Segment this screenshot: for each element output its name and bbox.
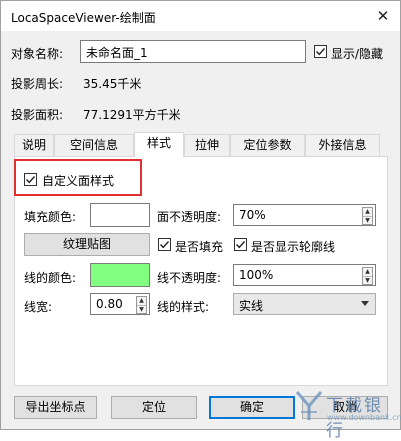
spin-up-icon[interactable]: ▲ bbox=[363, 268, 372, 276]
spin-down-icon[interactable]: ▼ bbox=[363, 216, 372, 225]
perimeter-label: 投影周长: bbox=[11, 77, 64, 91]
spin-up-icon[interactable]: ▲ bbox=[363, 208, 372, 216]
line-width-value: 0.80 bbox=[96, 297, 123, 311]
tab-location-params[interactable]: 定位参数 bbox=[230, 134, 305, 156]
window-title: LocaSpaceViewer-绘制面 bbox=[11, 11, 156, 25]
line-width-spinner[interactable]: 0.80 ▲ ▼ bbox=[90, 293, 150, 315]
highlight-box bbox=[14, 159, 142, 196]
check-icon bbox=[160, 241, 170, 249]
close-icon[interactable]: ✕ bbox=[375, 8, 391, 24]
tab-style[interactable]: 样式 bbox=[134, 132, 184, 157]
is-fill-label: 是否填充 bbox=[175, 240, 224, 254]
area-value: 77.1291平方千米 bbox=[83, 108, 181, 122]
face-opacity-value: 70% bbox=[239, 208, 266, 222]
show-outline-checkbox[interactable] bbox=[234, 238, 247, 251]
object-name-input[interactable]: 未命名面_1 bbox=[80, 40, 306, 63]
spinner-arrows[interactable]: ▲ ▼ bbox=[136, 296, 147, 314]
check-icon bbox=[316, 48, 326, 56]
texture-map-button[interactable]: 纹理贴图 bbox=[24, 233, 150, 256]
locate-button[interactable]: 定位 bbox=[111, 396, 197, 419]
dialog-window: LocaSpaceViewer-绘制面 ✕ 对象名称: 未命名面_1 显示/隐藏… bbox=[0, 0, 401, 441]
line-opacity-label: 线不透明度: bbox=[157, 271, 222, 285]
visibility-label: 显示/隐藏 bbox=[331, 47, 384, 61]
fill-color-swatch[interactable] bbox=[90, 203, 150, 227]
check-icon bbox=[236, 241, 246, 249]
perimeter-value: 35.45千米 bbox=[83, 77, 142, 91]
line-width-label: 线宽: bbox=[24, 300, 53, 314]
object-name-value: 未命名面_1 bbox=[86, 46, 148, 60]
line-style-value: 实线 bbox=[239, 299, 264, 313]
object-name-label: 对象名称: bbox=[11, 47, 64, 61]
visibility-checkbox[interactable] bbox=[314, 45, 327, 58]
watermark-logo-icon bbox=[295, 391, 323, 420]
is-fill-checkbox[interactable] bbox=[158, 238, 171, 251]
show-outline-label: 是否显示轮廓线 bbox=[251, 240, 336, 254]
tab-extrude[interactable]: 拉伸 bbox=[184, 134, 230, 156]
title-bar: LocaSpaceViewer-绘制面 ✕ bbox=[1, 1, 400, 31]
ok-button[interactable]: 确定 bbox=[209, 396, 295, 419]
tab-description[interactable]: 说明 bbox=[14, 134, 54, 156]
line-opacity-spinner[interactable]: 100% ▲ ▼ bbox=[233, 264, 376, 286]
spin-up-icon[interactable]: ▲ bbox=[137, 297, 146, 305]
watermark-url: www.downbank.cn bbox=[327, 413, 401, 422]
tab-external-info[interactable]: 外接信息 bbox=[305, 134, 380, 156]
line-style-label: 线的样式: bbox=[157, 300, 210, 314]
fill-color-label: 填充颜色: bbox=[24, 210, 77, 224]
line-color-label: 线的颜色: bbox=[24, 271, 77, 285]
line-style-select[interactable]: 实线 bbox=[233, 293, 376, 315]
face-opacity-spinner[interactable]: 70% ▲ ▼ bbox=[233, 204, 376, 226]
chevron-down-icon bbox=[361, 301, 369, 306]
spin-down-icon[interactable]: ▼ bbox=[363, 276, 372, 285]
line-color-swatch[interactable] bbox=[90, 263, 150, 287]
line-opacity-value: 100% bbox=[239, 268, 274, 282]
face-opacity-label: 面不透明度: bbox=[157, 210, 222, 224]
spinner-arrows[interactable]: ▲ ▼ bbox=[362, 207, 373, 225]
tab-spatial-info[interactable]: 空间信息 bbox=[54, 134, 134, 156]
spin-down-icon[interactable]: ▼ bbox=[137, 305, 146, 314]
area-label: 投影面积: bbox=[11, 108, 64, 122]
export-points-button[interactable]: 导出坐标点 bbox=[14, 396, 97, 419]
spinner-arrows[interactable]: ▲ ▼ bbox=[362, 267, 373, 285]
